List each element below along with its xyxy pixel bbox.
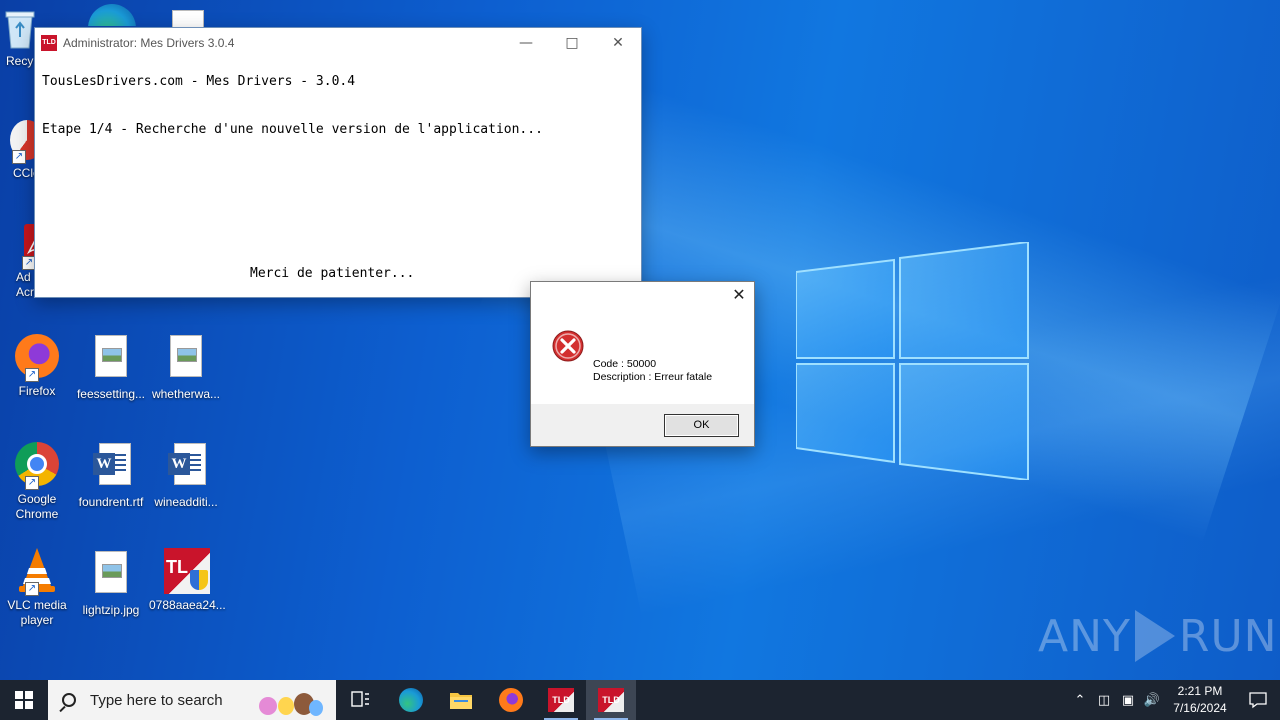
window-controls: — □ ✕ (503, 28, 641, 57)
defender-icon[interactable]: ◫ (1092, 693, 1116, 708)
taskbar-clock[interactable]: 2:21 PM 7/16/2024 (1164, 683, 1236, 717)
desktop-icon-feessetting[interactable]: feessetting... (74, 332, 148, 402)
error-dialog[interactable]: ✕ Code : 50000 Description : Erreur fata… (530, 281, 755, 447)
shortcut-arrow-icon: ↗ (25, 582, 39, 596)
taskbar-tld-app[interactable]: TLD (536, 680, 586, 720)
clock-date: 7/16/2024 (1173, 701, 1227, 715)
ok-button[interactable]: OK (664, 414, 739, 437)
edge-icon (399, 688, 423, 712)
shortcut-arrow-icon: ↗ (25, 368, 39, 382)
error-icon (552, 330, 584, 362)
dialog-message: Code : 50000 Description : Erreur fatale (593, 358, 712, 384)
word-doc-icon: W (87, 443, 135, 491)
desktop-icon-0788aaea24[interactable]: TL 0788aaea24... (149, 546, 226, 613)
image-file-icon (162, 335, 210, 383)
taskbar-file-explorer[interactable] (436, 680, 486, 720)
error-code: Code : 50000 (593, 358, 657, 370)
desktop-icon-label: foundrent.rtf (78, 495, 144, 509)
firefox-icon (499, 688, 523, 712)
network-icon[interactable]: ▣ (1116, 693, 1140, 708)
system-tray: ⌃ ◫ ▣ 🔊 2:21 PM 7/16/2024 (1068, 680, 1280, 720)
tld-app-icon: TLD (548, 688, 574, 712)
console-window[interactable]: TLD Administrator: Mes Drivers 3.0.4 — □… (34, 27, 642, 298)
word-doc-icon: W (162, 443, 210, 491)
desktop-icon-label: 0788aaea24... (149, 598, 226, 612)
taskbar: Type here to search TLD TLD ⌃ ◫ ▣ 🔊 2:21… (0, 680, 1280, 720)
desktop-icon-label: lightzip.jpg (82, 603, 140, 617)
maximize-button[interactable]: □ (549, 28, 595, 57)
task-view-icon (351, 691, 369, 707)
image-file-icon (87, 551, 135, 599)
folder-icon (450, 693, 472, 709)
dialog-close-button[interactable]: ✕ (728, 285, 750, 307)
chrome-icon: ↗ (13, 440, 61, 490)
recycle-bin-icon (2, 8, 38, 50)
desktop-icon-wineadditi[interactable]: W wineadditi... (149, 440, 223, 510)
console-line: TousLesDrivers.com - Mes Drivers - 3.0.4 (42, 74, 356, 89)
volume-icon[interactable]: 🔊 (1140, 693, 1164, 708)
start-button[interactable] (0, 680, 48, 720)
taskbar-search-box[interactable]: Type here to search (48, 680, 336, 720)
desktop-icon-vlc[interactable]: ↗ VLC media player (0, 546, 74, 628)
console-line: Etape 1/4 - Recherche d'une nouvelle ver… (42, 122, 543, 137)
notification-center-button[interactable] (1236, 680, 1280, 720)
dialog-footer: OK (531, 404, 754, 446)
watermark-text-right: RUN (1178, 610, 1278, 662)
minimize-button[interactable]: — (503, 28, 549, 57)
console-line: Merci de patienter... (250, 266, 415, 281)
search-placeholder: Type here to search (90, 691, 223, 709)
error-description: Description : Erreur fatale (593, 371, 713, 383)
windows-start-icon (15, 691, 33, 709)
vlc-icon: ↗ (13, 546, 61, 596)
desktop-icon-label: Google Chrome (15, 492, 59, 521)
image-file-icon (87, 335, 135, 383)
easter-eggs-icon (259, 693, 323, 716)
tld-app-icon: TLD (41, 35, 57, 51)
desktop-icon-label: wineadditi... (154, 495, 218, 509)
desktop-icon-lightzip[interactable]: lightzip.jpg (74, 548, 148, 618)
chevron-up-icon[interactable]: ⌃ (1068, 693, 1092, 708)
tld-app-icon: TLD (598, 688, 624, 712)
task-view-button[interactable] (336, 680, 386, 720)
desktop-icon-firefox[interactable]: ↗ Firefox (0, 332, 74, 399)
desktop-icon-whetherwa[interactable]: whetherwa... (149, 332, 223, 402)
notification-icon (1249, 692, 1267, 709)
desktop-icon-label: VLC media player (7, 598, 67, 627)
desktop-icon-label: feessetting... (76, 387, 146, 401)
desktop-icon-foundrent[interactable]: W foundrent.rtf (74, 440, 148, 510)
anyrun-watermark: ANY RUN (1038, 610, 1278, 662)
edge-icon (88, 4, 136, 26)
firefox-icon: ↗ (13, 332, 61, 382)
desktop-icon-label: Firefox (18, 384, 56, 398)
shortcut-arrow-icon: ↗ (12, 150, 26, 164)
windows-logo-wallpaper (796, 242, 1029, 480)
tld-app-icon: TL (162, 546, 210, 594)
taskbar-tld-console[interactable]: TLD (586, 680, 636, 720)
watermark-text-left: ANY (1038, 610, 1131, 662)
search-icon (62, 693, 76, 707)
clock-time: 2:21 PM (1177, 684, 1223, 698)
window-title: Administrator: Mes Drivers 3.0.4 (63, 36, 235, 50)
play-icon (1134, 610, 1175, 662)
close-button[interactable]: ✕ (595, 28, 641, 57)
desktop-icon-chrome[interactable]: ↗ Google Chrome (0, 440, 74, 522)
taskbar-firefox[interactable] (486, 680, 536, 720)
taskbar-edge[interactable] (386, 680, 436, 720)
shortcut-arrow-icon: ↗ (25, 476, 39, 490)
desktop-icon-label: whetherwa... (151, 387, 221, 401)
